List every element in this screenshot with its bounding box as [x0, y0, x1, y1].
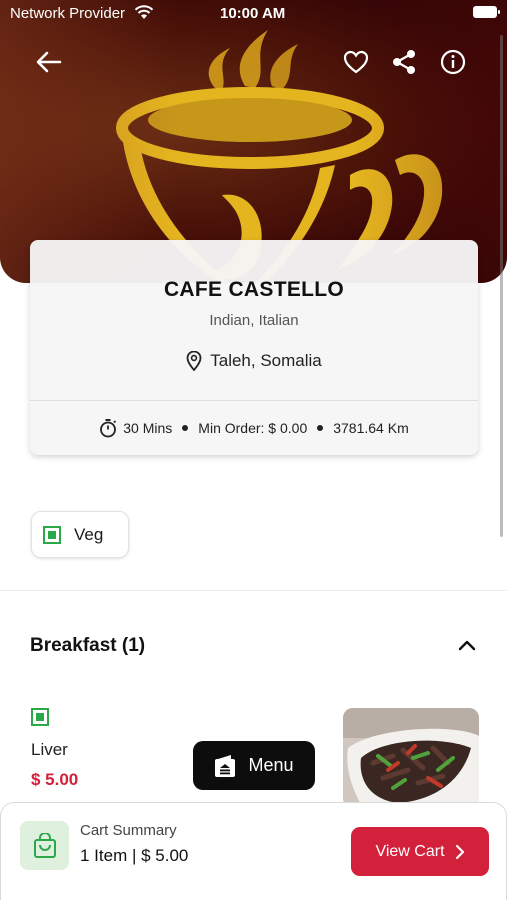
location-pin-icon [186, 351, 202, 371]
menu-item-price: $ 5.00 [31, 770, 79, 789]
battery-icon [473, 6, 500, 18]
restaurant-meta: 30 Mins Min Order: $ 0.00 3781.64 Km [30, 418, 478, 438]
info-button[interactable] [437, 46, 469, 78]
section-divider [0, 590, 507, 591]
arrow-left-icon [36, 51, 62, 73]
separator-dot [317, 425, 324, 431]
timer-icon [100, 419, 117, 438]
share-button[interactable] [388, 46, 420, 78]
veg-filter-chip[interactable]: Veg [31, 511, 129, 558]
view-cart-label: View Cart [375, 842, 445, 860]
favorite-button[interactable] [340, 46, 372, 78]
chevron-right-icon [455, 844, 464, 859]
share-icon [393, 50, 415, 74]
cart-summary-details: 1 Item | $ 5.00 [80, 846, 189, 865]
restaurant-name: CAFE CASTELLO [163, 278, 345, 301]
menu-book-icon [215, 754, 236, 777]
location-label: Taleh, Somalia [210, 351, 322, 370]
delivery-time: 30 Mins [123, 420, 173, 436]
restaurant-cuisine: Indian, Italian [209, 312, 299, 329]
menu-button[interactable]: Menu [193, 741, 315, 790]
separator-dot [182, 425, 189, 431]
back-button[interactable] [33, 46, 65, 78]
menu-button-label: Menu [248, 755, 294, 775]
veg-icon [43, 525, 61, 544]
cart-summary-bar: Cart Summary 1 Item | $ 5.00 View Cart [0, 802, 507, 900]
carrier-label: Network Provider [10, 5, 126, 22]
heart-icon [343, 50, 369, 74]
shopping-bag-icon [33, 832, 56, 858]
veg-filter-label: Veg [74, 524, 104, 544]
menu-item-name: Liver [31, 740, 68, 759]
cart-summary-title: Cart Summary [80, 822, 177, 839]
min-order: Min Order: $ 0.00 [198, 420, 308, 436]
info-icon [440, 49, 466, 75]
restaurant-location: Taleh, Somalia [30, 351, 478, 371]
veg-icon [31, 708, 49, 726]
category-title[interactable]: Breakfast (1) [30, 635, 145, 657]
chevron-up-icon[interactable] [457, 636, 477, 656]
menu-item-image[interactable] [343, 708, 479, 808]
restaurant-info-card: CAFE CASTELLO Indian, Italian Taleh, Som… [30, 240, 478, 455]
clock: 10:00 AM [220, 5, 286, 22]
distance: 3781.64 Km [333, 420, 409, 436]
card-divider [30, 400, 478, 401]
cart-icon-container [20, 821, 69, 870]
view-cart-button[interactable]: View Cart [351, 827, 489, 876]
status-bar: Network Provider 10:00 AM [0, 0, 507, 28]
food-photo [343, 708, 479, 808]
wifi-icon [134, 5, 154, 19]
scrollbar[interactable] [500, 35, 503, 537]
